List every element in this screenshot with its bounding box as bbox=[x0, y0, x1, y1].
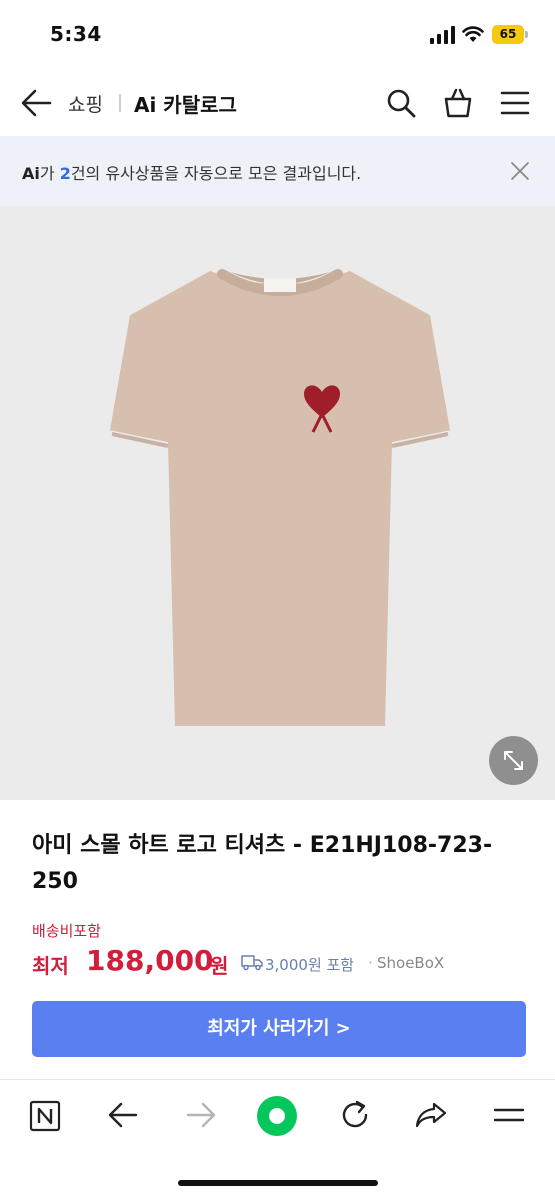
home-indicator[interactable] bbox=[178, 1180, 378, 1186]
price-row: 최저 188,000 원 3,000원 포함 · ShoeBoX bbox=[32, 944, 542, 980]
battery-cap bbox=[525, 31, 528, 38]
page-title: Ai 카탈로그 bbox=[134, 93, 237, 117]
status-bar: 5:34 65 bbox=[0, 0, 555, 70]
shopping-bag-icon[interactable] bbox=[442, 87, 474, 119]
tshirt-product-photo bbox=[110, 269, 450, 726]
top-navigation: 쇼핑 Ai 카탈로그 bbox=[0, 70, 555, 136]
ai-result-count: 2 bbox=[59, 164, 71, 183]
search-icon[interactable] bbox=[386, 88, 416, 118]
wifi-icon bbox=[462, 26, 484, 42]
separator-dot: · bbox=[368, 954, 373, 972]
store-name[interactable]: ShoeBoX bbox=[377, 954, 444, 972]
delivery-fee: 3,000원 포함 bbox=[265, 956, 355, 974]
ai-notice-banner: Ai가 2건의 유사상품을 자동으로 모은 결과입니다. bbox=[0, 136, 555, 206]
delivery-truck-icon bbox=[241, 955, 263, 971]
battery-indicator: 65 bbox=[492, 24, 528, 46]
naver-n-icon[interactable] bbox=[29, 1100, 61, 1132]
currency-unit: 원 bbox=[210, 954, 229, 978]
status-time: 5:34 bbox=[50, 22, 102, 46]
nav-divider bbox=[119, 94, 121, 112]
hamburger-menu-icon[interactable] bbox=[500, 89, 530, 117]
back-arrow-icon[interactable] bbox=[20, 88, 52, 118]
battery-level: 65 bbox=[492, 25, 524, 44]
product-title: 아미 스몰 하트 로고 티셔츠 - E21HJ108-723-250 bbox=[32, 833, 493, 894]
expand-icon bbox=[504, 751, 523, 770]
close-icon[interactable] bbox=[509, 160, 531, 182]
back-arrow-icon[interactable] bbox=[106, 1098, 140, 1132]
ai-notice-text: Ai가 2건의 유사상품을 자동으로 모은 결과입니다. bbox=[22, 160, 361, 184]
forward-arrow-icon[interactable] bbox=[184, 1098, 218, 1132]
lowest-price-value: 188,000 bbox=[86, 944, 214, 977]
reload-icon[interactable] bbox=[338, 1098, 372, 1132]
menu-icon[interactable] bbox=[492, 1098, 526, 1132]
product-image[interactable] bbox=[0, 206, 555, 800]
green-home-icon[interactable] bbox=[256, 1095, 298, 1137]
ai-badge: Ai bbox=[22, 164, 40, 183]
buy-lowest-price-button[interactable]: 최저가 사러가기 > bbox=[32, 1001, 526, 1057]
cellular-signal-icon bbox=[430, 26, 455, 44]
expand-image-button[interactable] bbox=[489, 736, 538, 785]
share-icon[interactable] bbox=[414, 1098, 448, 1132]
lowest-price-label: 최저 bbox=[32, 954, 69, 978]
shipping-included-note: 배송비포함 bbox=[32, 922, 102, 940]
ai-notice-prefix: 가 bbox=[39, 164, 60, 183]
shopping-link[interactable]: 쇼핑 bbox=[68, 90, 103, 117]
ai-notice-suffix: 건의 유사상품을 자동으로 모은 결과입니다. bbox=[70, 164, 362, 183]
